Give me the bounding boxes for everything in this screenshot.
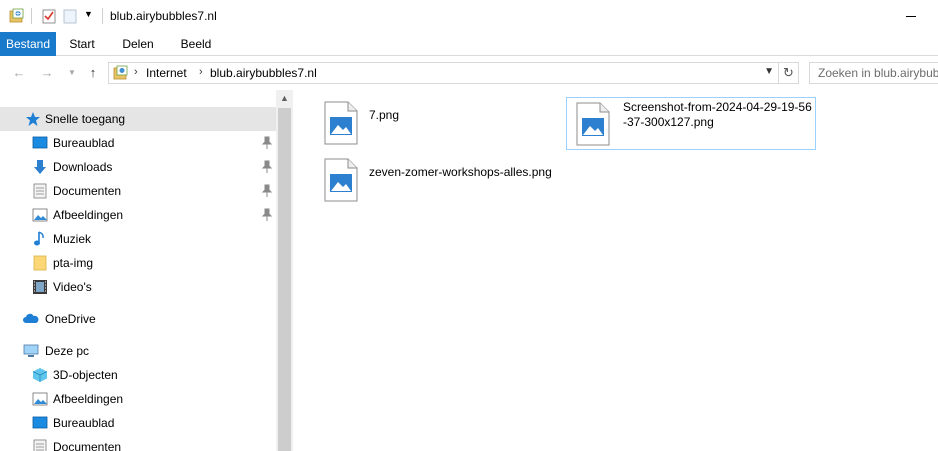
desktop-icon bbox=[32, 416, 48, 429]
image-file-icon bbox=[324, 101, 358, 145]
documents-icon bbox=[33, 183, 47, 199]
nav-item-documenten-pc[interactable]: Documenten bbox=[0, 435, 276, 451]
navigation-pane: Snelle toegang Bureaublad Downloads Docu… bbox=[0, 90, 293, 451]
3d-objects-icon bbox=[32, 368, 48, 382]
pictures-icon bbox=[32, 208, 48, 222]
properties-icon[interactable] bbox=[41, 8, 57, 24]
computer-icon bbox=[23, 344, 39, 357]
back-button[interactable]: ← bbox=[11, 65, 27, 81]
nav-item-bureaublad-pc[interactable]: Bureaublad bbox=[0, 411, 276, 435]
nav-this-pc[interactable]: Deze pc bbox=[0, 339, 276, 363]
download-icon bbox=[34, 160, 46, 174]
nav-label: 3D-objecten bbox=[53, 368, 118, 382]
pictures-icon bbox=[32, 392, 48, 406]
ribbon-tabs: Bestand Start Delen Beeld bbox=[0, 32, 938, 56]
nav-item-afbeeldingen[interactable]: Afbeeldingen bbox=[0, 203, 276, 227]
nav-label: Bureaublad bbox=[53, 416, 115, 430]
image-file-icon bbox=[576, 102, 610, 146]
nav-quick-access[interactable]: Snelle toegang bbox=[0, 107, 276, 131]
nav-item-videos[interactable]: Video's bbox=[0, 275, 276, 299]
nav-onedrive[interactable]: OneDrive bbox=[0, 307, 276, 331]
image-file-icon bbox=[324, 158, 358, 202]
nav-item-3d-objecten[interactable]: 3D-objecten bbox=[0, 363, 276, 387]
file-name: zeven-zomer-workshops-alles.png bbox=[369, 165, 552, 179]
address-row: ← → ▼ ↑ › Internet › blub.airybubbles7.n… bbox=[0, 56, 938, 90]
internet-folder-icon bbox=[113, 65, 128, 80]
forward-button[interactable]: → bbox=[39, 65, 55, 81]
nav-item-muziek[interactable]: Muziek bbox=[0, 227, 276, 251]
nav-label: Downloads bbox=[53, 160, 113, 174]
scroll-thumb[interactable] bbox=[278, 108, 291, 451]
nav-label: Snelle toegang bbox=[45, 112, 126, 126]
nav-label: Deze pc bbox=[45, 344, 90, 358]
nav-item-bureaublad[interactable]: Bureaublad bbox=[0, 131, 276, 155]
nav-label: Documenten bbox=[53, 184, 122, 198]
desktop-icon bbox=[32, 136, 48, 149]
pin-icon[interactable] bbox=[262, 208, 272, 222]
refresh-button[interactable]: ↻ bbox=[779, 62, 799, 84]
tab-start[interactable]: Start bbox=[60, 32, 104, 56]
minimize-button[interactable] bbox=[906, 16, 916, 17]
title-separator bbox=[31, 8, 32, 24]
cloud-icon bbox=[23, 313, 39, 323]
nav-label: OneDrive bbox=[45, 312, 96, 326]
file-name: 7.png bbox=[369, 108, 400, 122]
documents-icon bbox=[33, 439, 47, 451]
pin-icon[interactable] bbox=[262, 184, 272, 198]
address-dropdown-icon[interactable]: ▼ bbox=[764, 66, 774, 77]
star-icon bbox=[26, 112, 40, 126]
file-name-line-2: -37-300x127.png bbox=[623, 115, 714, 129]
breadcrumb-internet[interactable]: Internet bbox=[146, 66, 187, 80]
recent-locations-icon[interactable]: ▼ bbox=[64, 65, 80, 81]
nav-label: Afbeeldingen bbox=[53, 208, 124, 222]
navigation-scrollbar[interactable]: ▲ bbox=[276, 90, 293, 451]
nav-label: Afbeeldingen bbox=[53, 392, 124, 406]
new-folder-icon[interactable] bbox=[62, 8, 78, 24]
tab-delen[interactable]: Delen bbox=[116, 32, 160, 56]
nav-item-pta-img[interactable]: pta-img bbox=[0, 251, 276, 275]
nav-label: Bureaublad bbox=[53, 136, 115, 150]
chevron-right-icon[interactable]: › bbox=[199, 66, 203, 78]
chevron-right-icon[interactable]: › bbox=[134, 66, 138, 78]
file-list: 7.png Screenshot-from-2024-04-29-19-56 -… bbox=[293, 90, 938, 451]
nav-label: Video's bbox=[53, 280, 92, 294]
up-button[interactable]: ↑ bbox=[85, 65, 101, 81]
window-title: blub.airybubbles7.nl bbox=[110, 9, 217, 23]
pin-icon[interactable] bbox=[262, 136, 272, 150]
folder-app-icon[interactable] bbox=[9, 8, 25, 24]
file-item-selected[interactable]: Screenshot-from-2024-04-29-19-56 -37-300… bbox=[566, 97, 816, 150]
file-item[interactable]: 7.png bbox=[318, 98, 558, 148]
file-item[interactable]: zeven-zomer-workshops-alles.png bbox=[318, 155, 598, 205]
quick-access-toolbar-dropdown-icon[interactable]: ▼ bbox=[84, 9, 93, 19]
breadcrumb-current[interactable]: blub.airybubbles7.nl bbox=[210, 66, 317, 80]
title-bar: ▼ blub.airybubbles7.nl bbox=[0, 0, 938, 32]
nav-label: pta-img bbox=[53, 256, 94, 270]
nav-label: Documenten bbox=[53, 440, 122, 451]
tab-beeld[interactable]: Beeld bbox=[174, 32, 218, 56]
pin-icon[interactable] bbox=[262, 160, 272, 174]
scroll-up-icon[interactable]: ▲ bbox=[276, 90, 293, 107]
music-icon bbox=[34, 231, 44, 246]
nav-item-downloads[interactable]: Downloads bbox=[0, 155, 276, 179]
address-bar[interactable]: › Internet › blub.airybubbles7.nl ▼ bbox=[108, 62, 779, 84]
folder-icon bbox=[33, 255, 47, 271]
nav-item-afbeeldingen-pc[interactable]: Afbeeldingen bbox=[0, 387, 276, 411]
nav-item-documenten[interactable]: Documenten bbox=[0, 179, 276, 203]
search-input[interactable]: Zoeken in blub.airybubbles7.nl bbox=[809, 62, 938, 84]
nav-label: Muziek bbox=[53, 232, 92, 246]
videos-icon bbox=[33, 280, 47, 294]
title-separator bbox=[102, 8, 103, 24]
file-name-line-1: Screenshot-from-2024-04-29-19-56 bbox=[623, 100, 812, 114]
tab-bestand[interactable]: Bestand bbox=[0, 32, 56, 56]
